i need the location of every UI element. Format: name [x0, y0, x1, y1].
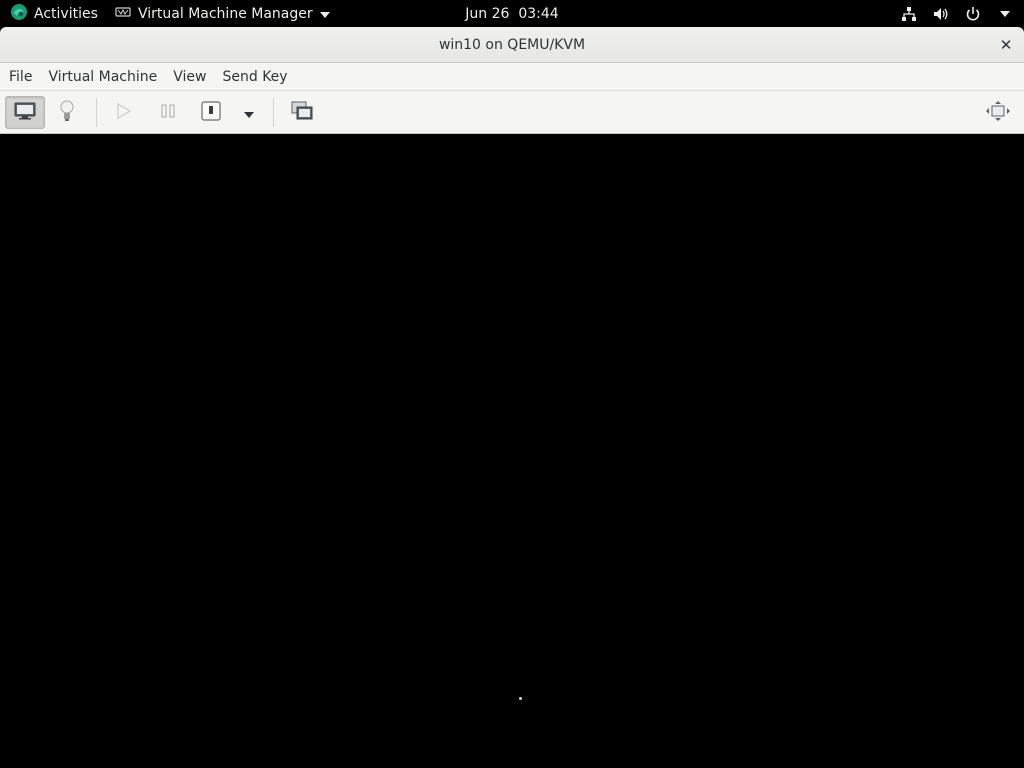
- pause-icon: [161, 103, 175, 122]
- close-icon: ✕: [999, 36, 1013, 54]
- show-console-button[interactable]: [5, 96, 45, 129]
- menu-send-key[interactable]: Send Key: [214, 63, 295, 91]
- chevron-down-icon: [996, 5, 1014, 23]
- pause-button[interactable]: [150, 96, 186, 129]
- vm-console-window: win10 on QEMU/KVM ✕ File Virtual Machine…: [0, 27, 1024, 768]
- menu-file[interactable]: File: [1, 63, 40, 91]
- activities-label: Activities: [34, 5, 98, 22]
- toolbar-separator: [96, 98, 97, 127]
- menu-view[interactable]: View: [165, 63, 214, 91]
- app-menu-label: Virtual Machine Manager: [138, 5, 313, 22]
- chevron-down-icon: [319, 6, 330, 22]
- run-button[interactable]: [106, 96, 142, 129]
- lightbulb-details-icon: [60, 100, 74, 126]
- activities-button[interactable]: Activities: [10, 0, 98, 27]
- shutdown-icon: [201, 100, 221, 125]
- toolbar: [0, 91, 1024, 134]
- snapshots-button[interactable]: [284, 96, 320, 129]
- volume-icon: [932, 5, 950, 23]
- snapshots-icon: [291, 101, 313, 125]
- fullscreen-icon: [986, 100, 1010, 125]
- system-tray[interactable]: [900, 0, 1014, 27]
- show-details-button[interactable]: [49, 96, 85, 129]
- virt-manager-icon: [115, 5, 131, 23]
- clock[interactable]: Jun 26 03:44: [465, 6, 558, 22]
- monitor-console-icon: [14, 102, 36, 124]
- window-title: win10 on QEMU/KVM: [438, 37, 586, 53]
- close-button[interactable]: ✕: [996, 35, 1016, 55]
- vm-display[interactable]: [0, 134, 1024, 768]
- shutdown-button[interactable]: [193, 96, 229, 129]
- shutdown-menu-button[interactable]: [235, 96, 263, 129]
- app-menu-button[interactable]: Virtual Machine Manager: [115, 0, 330, 27]
- menubar: File Virtual Machine View Send Key: [0, 63, 1024, 91]
- network-wired-icon: [900, 5, 918, 23]
- toolbar-separator: [273, 98, 274, 127]
- window-titlebar[interactable]: win10 on QEMU/KVM ✕: [0, 27, 1024, 63]
- cursor-dot: [519, 697, 522, 700]
- fullscreen-button[interactable]: [980, 96, 1016, 129]
- chevron-down-icon: [244, 103, 254, 122]
- gnome-top-bar: Activities Virtual Machine Manager Jun 2…: [0, 0, 1024, 27]
- menu-virtual-machine[interactable]: Virtual Machine: [40, 63, 165, 91]
- play-run-icon: [117, 102, 132, 123]
- distro-logo-icon: [10, 3, 28, 25]
- power-icon: [964, 5, 982, 23]
